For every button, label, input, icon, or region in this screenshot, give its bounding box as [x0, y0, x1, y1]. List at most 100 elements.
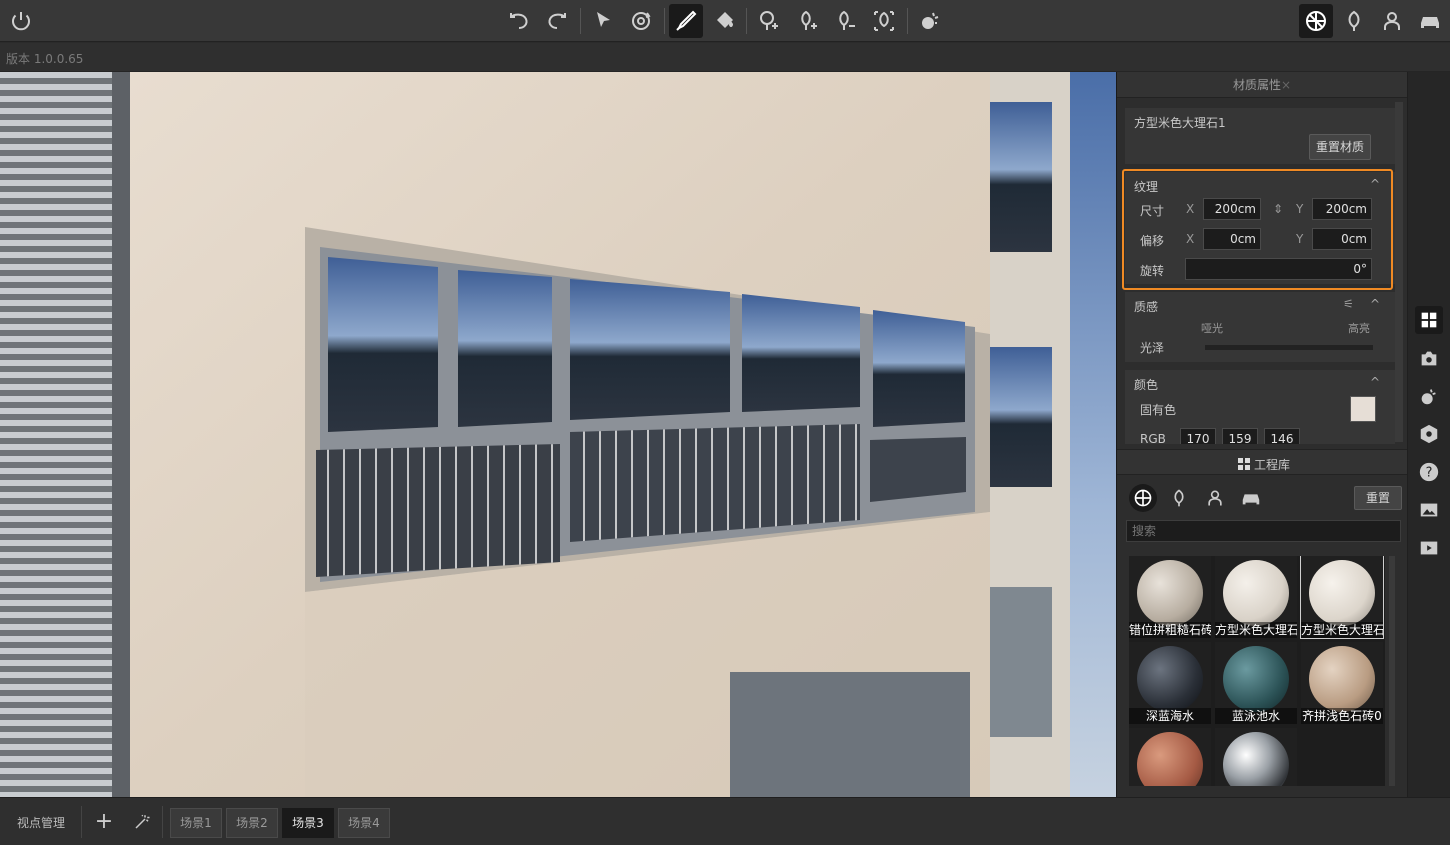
camera-icon[interactable]	[1415, 344, 1443, 372]
link-icon[interactable]: ⇕	[1273, 202, 1283, 216]
collapse-icon[interactable]: ^	[1370, 177, 1380, 191]
right-rail: ?	[1407, 72, 1450, 797]
toolbar-separator	[580, 8, 581, 34]
color-swatch[interactable]	[1350, 396, 1376, 422]
material-swatch[interactable]: 蓝泳池水	[1215, 642, 1297, 724]
add-tree-icon[interactable]	[752, 4, 786, 38]
weather-icon[interactable]	[1415, 382, 1443, 410]
search-input[interactable]	[1126, 520, 1401, 542]
weather-icon[interactable]	[913, 4, 947, 38]
vehicle-library-icon[interactable]	[1413, 4, 1447, 38]
video-icon[interactable]	[1415, 534, 1443, 562]
quality-section-title: 质感	[1134, 300, 1159, 314]
toolbar-separator	[746, 8, 747, 34]
library-scrollbar[interactable]	[1389, 556, 1395, 786]
material-icon[interactable]	[1299, 4, 1333, 38]
plant-library-icon[interactable]	[1337, 4, 1371, 38]
toolbar-separator	[664, 8, 665, 34]
texture-section-title: 纹理	[1134, 180, 1159, 194]
scatter-plant-icon[interactable]	[867, 4, 901, 38]
top-toolbar	[0, 0, 1450, 42]
image-icon[interactable]	[1415, 496, 1443, 524]
app-window: 版本 1.0.0.65 材质属性× 方型米色大理石1 重置材质 纹理 ^ 尺寸 …	[0, 0, 1450, 845]
rgb-label: RGB	[1140, 432, 1166, 444]
3d-viewport[interactable]	[0, 72, 1117, 797]
offset-label: 偏移	[1140, 234, 1165, 248]
people-library-icon[interactable]	[1375, 4, 1409, 38]
close-icon[interactable]: ×	[1281, 78, 1291, 92]
material-swatch-selected[interactable]: 方型米色大理石	[1300, 556, 1384, 639]
scene-tab[interactable]: 场景1	[170, 808, 222, 838]
reset-material-button[interactable]: 重置材质	[1309, 134, 1371, 160]
rotation-label: 旋转	[1140, 264, 1165, 278]
library-plant-icon[interactable]	[1165, 484, 1193, 512]
rgb-b-input[interactable]: 146	[1264, 428, 1300, 444]
material-swatch[interactable]	[1215, 728, 1297, 786]
settings-icon[interactable]	[1415, 420, 1443, 448]
scene-tab[interactable]: 场景2	[226, 808, 278, 838]
library-material-icon[interactable]	[1129, 484, 1157, 512]
bottom-separator	[162, 806, 163, 838]
gloss-label: 光泽	[1140, 341, 1165, 355]
matte-label: 哑光	[1201, 322, 1223, 335]
library-vehicle-icon[interactable]	[1237, 484, 1265, 512]
material-panel-title: 材质属性×	[1117, 72, 1407, 98]
scene-tab-active[interactable]: 场景3	[282, 808, 334, 838]
properties-scrollbar[interactable]	[1395, 102, 1403, 442]
version-bar: 版本 1.0.0.65	[0, 43, 1450, 72]
paint-bucket-icon[interactable]	[708, 4, 742, 38]
magic-wand-icon[interactable]	[130, 810, 154, 834]
collapse-icon[interactable]: ^	[1370, 297, 1380, 311]
viewport-render	[0, 72, 1116, 797]
add-plant-icon[interactable]	[791, 4, 825, 38]
library-title-bar: 工程库	[1117, 449, 1407, 475]
help-icon[interactable]: ?	[1415, 458, 1443, 486]
collapse-icon[interactable]: ^	[1370, 375, 1380, 389]
add-scene-icon[interactable]: +	[92, 810, 116, 834]
library-reset-button[interactable]: 重置	[1354, 486, 1402, 510]
orbit-icon[interactable]	[624, 4, 658, 38]
color-section: 颜色 ^ 固有色 RGB 170 159 146	[1125, 370, 1395, 444]
grid-icon[interactable]	[1415, 306, 1443, 334]
size-y-input[interactable]: 200cm	[1312, 198, 1372, 220]
material-swatch[interactable]: 深蓝海水	[1129, 642, 1211, 724]
material-swatch[interactable]: 错位拼粗糙石砖	[1129, 556, 1211, 638]
base-color-label: 固有色	[1140, 403, 1177, 417]
offset-x-input[interactable]: 0cm	[1203, 228, 1261, 250]
scene-tab[interactable]: 场景4	[338, 808, 390, 838]
size-x-label: X	[1186, 202, 1195, 216]
select-icon[interactable]	[586, 4, 620, 38]
material-header: 方型米色大理石1 重置材质	[1125, 108, 1395, 164]
version-label: 版本 1.0.0.65	[6, 52, 84, 66]
material-swatch[interactable]	[1129, 728, 1211, 786]
remove-plant-icon[interactable]	[829, 4, 863, 38]
size-label: 尺寸	[1140, 204, 1165, 218]
eyedropper-icon[interactable]	[669, 4, 703, 38]
material-swatch[interactable]: 方型米色大理石	[1215, 556, 1297, 638]
rotation-input[interactable]: 0°	[1185, 258, 1372, 280]
bottom-bar: 视点管理 + 场景1 场景2 场景3 场景4	[0, 797, 1450, 845]
options-icon[interactable]: ⚟	[1343, 297, 1354, 311]
glossy-label: 高亮	[1348, 322, 1370, 335]
material-swatch[interactable]: 齐拼浅色石砖0	[1301, 642, 1383, 724]
rgb-g-input[interactable]: 159	[1222, 428, 1258, 444]
size-y-label: Y	[1296, 202, 1304, 216]
properties-panel: 材质属性× 方型米色大理石1 重置材质 纹理 ^ 尺寸 X 200cm ⇕ Y …	[1117, 72, 1407, 797]
texture-section: 纹理 ^ 尺寸 X 200cm ⇕ Y 200cm 偏移 X 0cm Y 0cm…	[1125, 172, 1395, 284]
offset-y-input[interactable]: 0cm	[1312, 228, 1372, 250]
toolbar-separator	[907, 8, 908, 34]
gloss-slider[interactable]	[1205, 345, 1373, 350]
size-x-input[interactable]: 200cm	[1203, 198, 1261, 220]
svg-text:?: ?	[1426, 466, 1433, 481]
library-title: 工程库	[1254, 458, 1291, 472]
rgb-r-input[interactable]: 170	[1180, 428, 1216, 444]
color-section-title: 颜色	[1134, 378, 1159, 392]
offset-y-label: Y	[1296, 232, 1304, 246]
grid-icon	[1238, 458, 1250, 470]
viewpoint-manager-button[interactable]: 视点管理	[2, 808, 80, 838]
power-icon[interactable]	[4, 4, 38, 38]
bottom-separator	[81, 806, 82, 838]
undo-icon[interactable]	[502, 4, 536, 38]
redo-icon[interactable]	[540, 4, 574, 38]
library-people-icon[interactable]	[1201, 484, 1229, 512]
